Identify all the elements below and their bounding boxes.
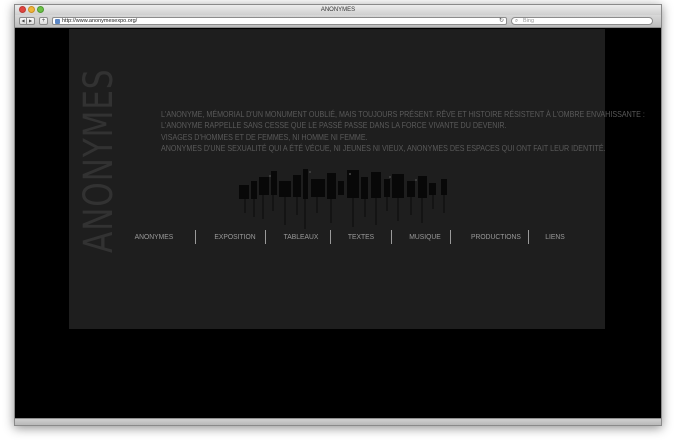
- reload-icon[interactable]: ↻: [499, 18, 504, 25]
- intro-line: L'ANONYME, MÉMORIAL D'UN MONUMENT OUBLIÉ…: [161, 109, 645, 119]
- nav-separator: [528, 230, 529, 244]
- back-button[interactable]: ◀: [19, 17, 27, 25]
- browser-toolbar: ◀ ▶ + http://www.anonymesexpo.org/ ↻ ⌕ B…: [15, 15, 661, 28]
- intro-line: L'ANONYME RAPPELLE SANS CESSE QUE LE PAS…: [161, 120, 507, 131]
- browser-window: ANONYMES ◀ ▶ + http://www.anonymesexpo.o…: [14, 4, 662, 426]
- nav-separator: [195, 230, 196, 244]
- nav-item-liens[interactable]: LIENS: [539, 230, 571, 244]
- intro-line: VISAGES D'HOMMES ET DE FEMMES, NI HOMME …: [161, 131, 368, 142]
- main-navigation: ANONYMES EXPOSITION TABLEAUX TEXTES MUSI…: [129, 230, 589, 244]
- nav-separator: [450, 230, 451, 244]
- nav-item-exposition[interactable]: EXPOSITION: [208, 230, 262, 244]
- web-content: ANONYMES L'ANONYME, MÉMORIAL D'UN MONUME…: [15, 28, 661, 425]
- site-logo-title: ANONYMES: [76, 68, 122, 253]
- intro-line: ANONYMES D'UNE SEXUALITÉ QUI A ÉTÉ VÉCUE…: [161, 143, 606, 154]
- back-arrow-icon: ◀: [21, 18, 25, 23]
- nav-item-textes[interactable]: TEXTES: [341, 230, 381, 244]
- site-favicon-icon: [55, 19, 60, 24]
- forward-arrow-icon: ▶: [28, 18, 33, 23]
- nav-item-anonymes[interactable]: ANONYMES: [132, 230, 177, 244]
- nav-item-productions[interactable]: PRODUCTIONS: [465, 230, 528, 244]
- forward-button[interactable]: ▶: [27, 17, 35, 25]
- site-panel: ANONYMES L'ANONYME, MÉMORIAL D'UN MONUME…: [69, 29, 645, 329]
- search-icon: ⌕: [515, 18, 519, 24]
- nav-separator: [330, 230, 331, 244]
- search-field[interactable]: ⌕ Bing: [511, 17, 653, 25]
- nav-item-tableaux[interactable]: TABLEAUX: [276, 230, 326, 244]
- address-url[interactable]: http://www.anonymesexpo.org/: [62, 18, 137, 25]
- add-bookmark-button[interactable]: +: [39, 17, 48, 25]
- intro-text: L'ANONYME, MÉMORIAL D'UN MONUMENT OUBLIÉ…: [161, 109, 645, 155]
- window-title: ANONYMES: [320, 7, 356, 13]
- nav-separator: [391, 230, 392, 244]
- nav-item-musique[interactable]: MUSIQUE: [403, 230, 446, 244]
- nav-separator: [265, 230, 266, 244]
- skyline-graphic: [239, 169, 447, 229]
- address-bar[interactable]: http://www.anonymesexpo.org/ ↻: [52, 17, 507, 25]
- search-placeholder: Bing: [523, 18, 535, 24]
- window-bottom-bar: [15, 418, 661, 425]
- plus-icon: +: [41, 18, 46, 24]
